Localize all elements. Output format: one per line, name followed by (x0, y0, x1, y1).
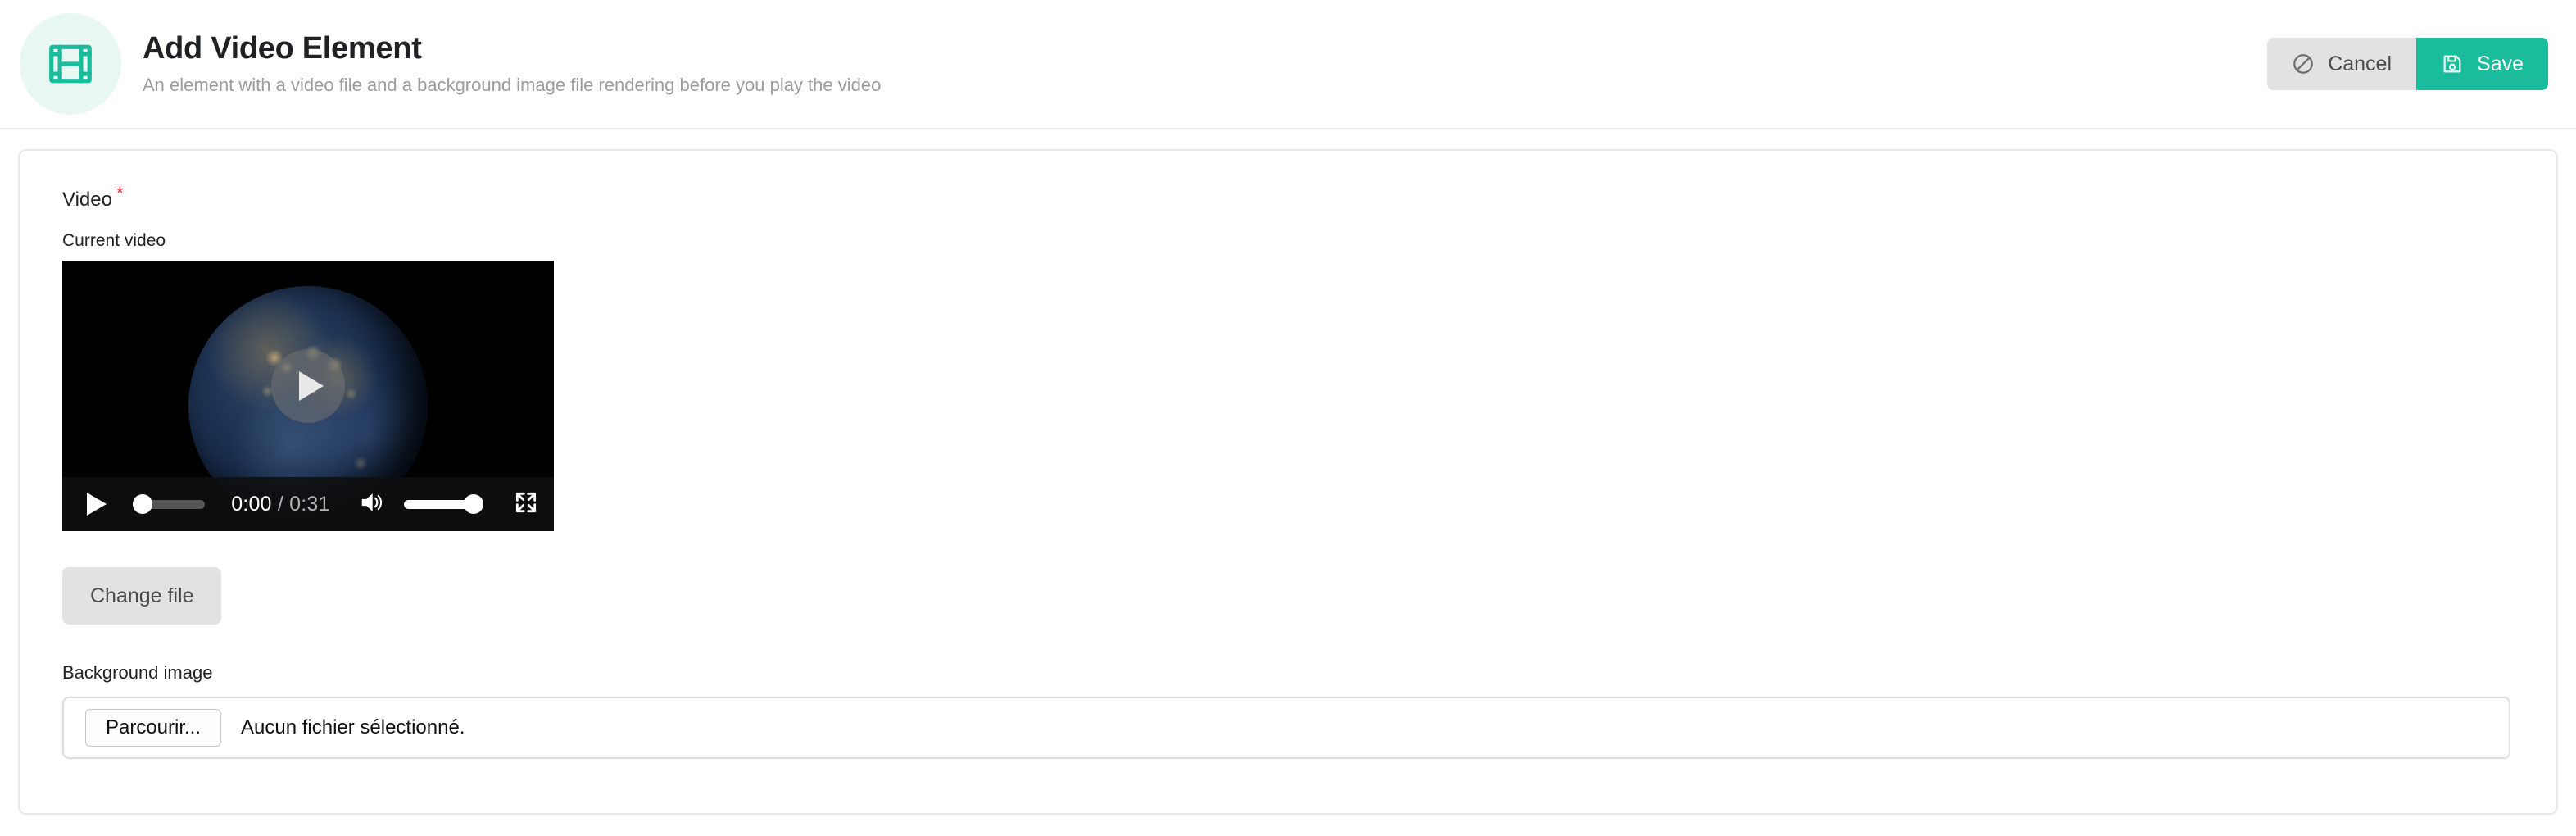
header-icon-wrap (15, 13, 126, 115)
background-image-file-input[interactable]: Parcourir... Aucun fichier sélectionné. (62, 697, 2510, 759)
ban-icon (2292, 52, 2315, 75)
header-icon-circle (20, 13, 121, 115)
header-text-block: Add Video Element An element with a vide… (143, 31, 2267, 96)
volume-slider[interactable] (404, 500, 483, 509)
current-video-label: Current video (62, 231, 2514, 251)
video-control-bar: 0:00 / 0:31 (62, 477, 554, 531)
play-icon (299, 371, 324, 401)
page-title: Add Video Element (143, 31, 2267, 67)
total-time: 0:31 (289, 493, 329, 516)
page-header: Add Video Element An element with a vide… (0, 0, 2576, 129)
volume-high-icon (358, 490, 386, 519)
floppy-disk-icon (2441, 52, 2464, 75)
time-display: 0:00 / 0:31 (231, 493, 329, 516)
film-strip-icon (45, 39, 96, 89)
cancel-button-label: Cancel (2328, 52, 2392, 76)
time-separator: / (278, 493, 283, 516)
progress-slider-handle[interactable] (133, 494, 152, 514)
volume-slider-handle[interactable] (464, 494, 483, 514)
big-play-button[interactable] (271, 349, 345, 423)
play-button[interactable] (77, 493, 107, 516)
play-icon (87, 493, 107, 516)
header-actions: Cancel Save (2267, 38, 2548, 90)
progress-slider[interactable] (133, 500, 205, 509)
browse-button[interactable]: Parcourir... (85, 709, 221, 747)
video-field-label-text: Video (62, 189, 112, 211)
content-area: Video* Current video 0:00 / (0, 129, 2576, 815)
form-card: Video* Current video 0:00 / (18, 149, 2558, 815)
cancel-button[interactable]: Cancel (2267, 38, 2416, 90)
fullscreen-icon (513, 489, 539, 520)
current-time: 0:00 (231, 493, 271, 516)
save-button-label: Save (2477, 52, 2524, 76)
mute-button[interactable] (358, 490, 386, 519)
fullscreen-button[interactable] (513, 489, 539, 520)
video-player[interactable]: 0:00 / 0:31 (62, 261, 554, 531)
change-file-button[interactable]: Change file (62, 567, 221, 625)
page-subtitle: An element with a video file and a backg… (143, 75, 2267, 96)
required-asterisk: * (116, 183, 124, 203)
background-image-label: Background image (62, 662, 2514, 684)
save-button[interactable]: Save (2416, 38, 2548, 90)
file-selection-status: Aucun fichier sélectionné. (241, 716, 465, 739)
video-field-label: Video* (62, 189, 120, 211)
